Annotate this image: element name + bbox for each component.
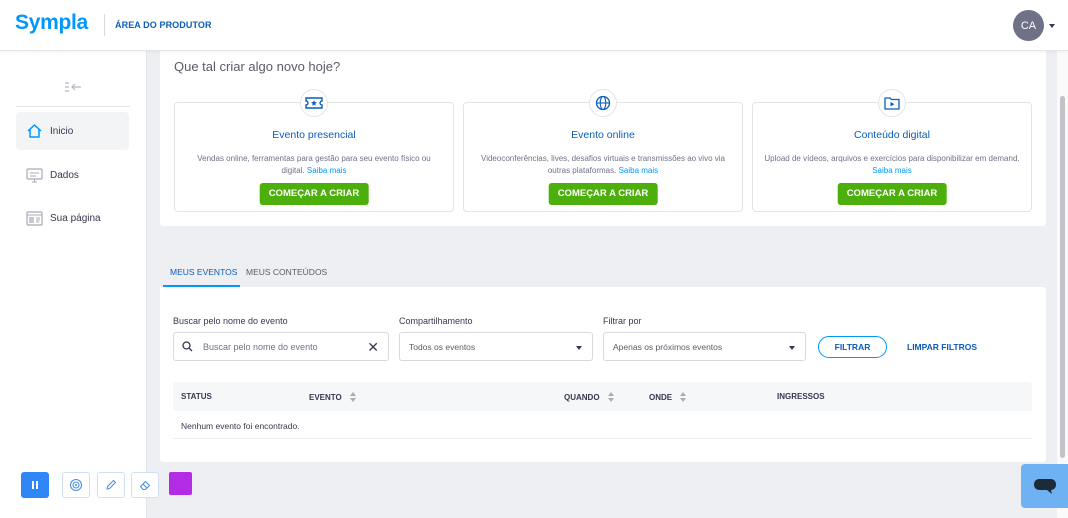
saiba-mais-link[interactable]: Saiba mais [307, 166, 347, 175]
clear-filters-button[interactable]: LIMPAR FILTROS [907, 342, 977, 352]
play-folder-icon [878, 89, 906, 117]
saiba-mais-link[interactable]: Saiba mais [872, 166, 912, 175]
monitor-icon [26, 167, 43, 184]
scrollbar-thumb[interactable] [1060, 96, 1065, 458]
sort-icon[interactable] [607, 392, 615, 402]
share-select-value: Todos os eventos [409, 342, 476, 352]
create-title: Que tal criar algo novo hoje? [174, 59, 341, 74]
column-evento[interactable]: EVENTO [309, 392, 357, 402]
card-description: Vendas online, ferramentas para gestão p… [197, 154, 431, 175]
row-divider [173, 438, 1032, 439]
chevron-down-icon [576, 346, 582, 350]
empty-table-message: Nenhum evento foi encontrado. [181, 421, 300, 431]
events-tabs: MEUS EVENTOS MEUS CONTEÚDOS [163, 259, 1043, 287]
target-button[interactable] [62, 472, 90, 498]
sidebar-divider [16, 106, 130, 107]
header-divider [104, 14, 105, 36]
ticket-icon [300, 89, 328, 117]
sidebar-item-dados[interactable]: Dados [16, 156, 129, 194]
collapse-sidebar-icon[interactable] [64, 81, 82, 93]
target-icon [69, 478, 83, 492]
sort-icon[interactable] [679, 392, 687, 402]
sidebar-item-label: Sua página [50, 212, 101, 224]
card-description: Upload de vídeos, arquivos e exercícios … [764, 154, 1020, 175]
pencil-icon [106, 479, 117, 490]
share-select[interactable]: Todos os eventos [399, 332, 593, 361]
sympla-logo[interactable]: Sympla [15, 11, 88, 35]
filter-select-value: Apenas os próximos eventos [613, 342, 723, 352]
filter-button[interactable]: FILTRAR [818, 336, 887, 358]
filter-select[interactable]: Apenas os próximos eventos [603, 332, 806, 361]
pencil-button[interactable] [97, 472, 125, 498]
column-onde[interactable]: ONDE [649, 392, 687, 402]
search-icon [182, 341, 193, 352]
chevron-down-icon [789, 346, 795, 350]
table-header: STATUS EVENTO QUANDO ONDE INGRESSOS [173, 382, 1032, 411]
events-panel: Buscar pelo nome do evento Buscar pelo n… [160, 287, 1046, 462]
user-avatar[interactable]: CA [1013, 10, 1044, 41]
card-description: Videoconferências, lives, desafios virtu… [481, 154, 725, 175]
card-evento-presencial: Evento presencial Vendas online, ferrame… [174, 89, 454, 212]
start-creating-button[interactable]: COMEÇAR A CRIAR [837, 183, 947, 205]
column-status[interactable]: STATUS [181, 392, 212, 401]
column-quando[interactable]: QUANDO [564, 392, 615, 402]
start-creating-button[interactable]: COMEÇAR A CRIAR [548, 183, 658, 205]
sidebar-item-sua-pagina[interactable]: Sua página [16, 199, 129, 237]
pause-button[interactable] [21, 472, 49, 498]
share-label: Compartilhamento [399, 316, 473, 326]
search-placeholder: Buscar pelo nome do evento [203, 342, 318, 352]
sidebar-item-label: Dados [50, 169, 79, 181]
chat-icon [1033, 479, 1056, 494]
sidebar-item-inicio[interactable]: Inicio [16, 112, 129, 150]
card-evento-online: Evento online Videoconferências, lives, … [463, 89, 743, 212]
card-title: Evento presencial [272, 129, 356, 141]
sidebar-item-label: Inicio [50, 125, 74, 137]
chevron-down-icon[interactable] [1049, 24, 1055, 28]
chat-button[interactable] [1021, 464, 1068, 508]
producer-area-label: ÁREA DO PRODUTOR [115, 20, 212, 30]
home-icon [26, 123, 43, 140]
saiba-mais-link[interactable]: Saiba mais [619, 166, 659, 175]
eraser-icon [139, 480, 150, 491]
search-input[interactable]: Buscar pelo nome do evento ✕ [173, 332, 389, 361]
start-creating-button[interactable]: COMEÇAR A CRIAR [259, 183, 369, 205]
clear-search-icon[interactable]: ✕ [367, 340, 379, 354]
eraser-button[interactable] [131, 472, 159, 498]
tab-meus-eventos[interactable]: MEUS EVENTOS [163, 259, 240, 287]
sort-icon[interactable] [349, 392, 357, 402]
create-panel: Que tal criar algo novo hoje? Evento pre… [160, 51, 1046, 226]
color-swatch[interactable] [169, 472, 192, 495]
card-conteudo-digital: Conteúdo digital Upload de vídeos, arqui… [752, 89, 1032, 212]
tab-meus-conteudos[interactable]: MEUS CONTEÚDOS [246, 259, 327, 287]
column-ingressos[interactable]: INGRESSOS [777, 392, 825, 401]
search-label: Buscar pelo nome do evento [173, 316, 288, 326]
top-bar: Sympla ÁREA DO PRODUTOR CA [0, 0, 1068, 51]
card-title: Conteúdo digital [854, 129, 930, 141]
filter-label: Filtrar por [603, 316, 642, 326]
sidebar: Inicio Dados Sua página [0, 51, 147, 518]
card-title: Evento online [571, 129, 635, 141]
pause-icon [32, 481, 38, 489]
globe-icon [589, 89, 617, 117]
webpage-icon [26, 210, 43, 227]
